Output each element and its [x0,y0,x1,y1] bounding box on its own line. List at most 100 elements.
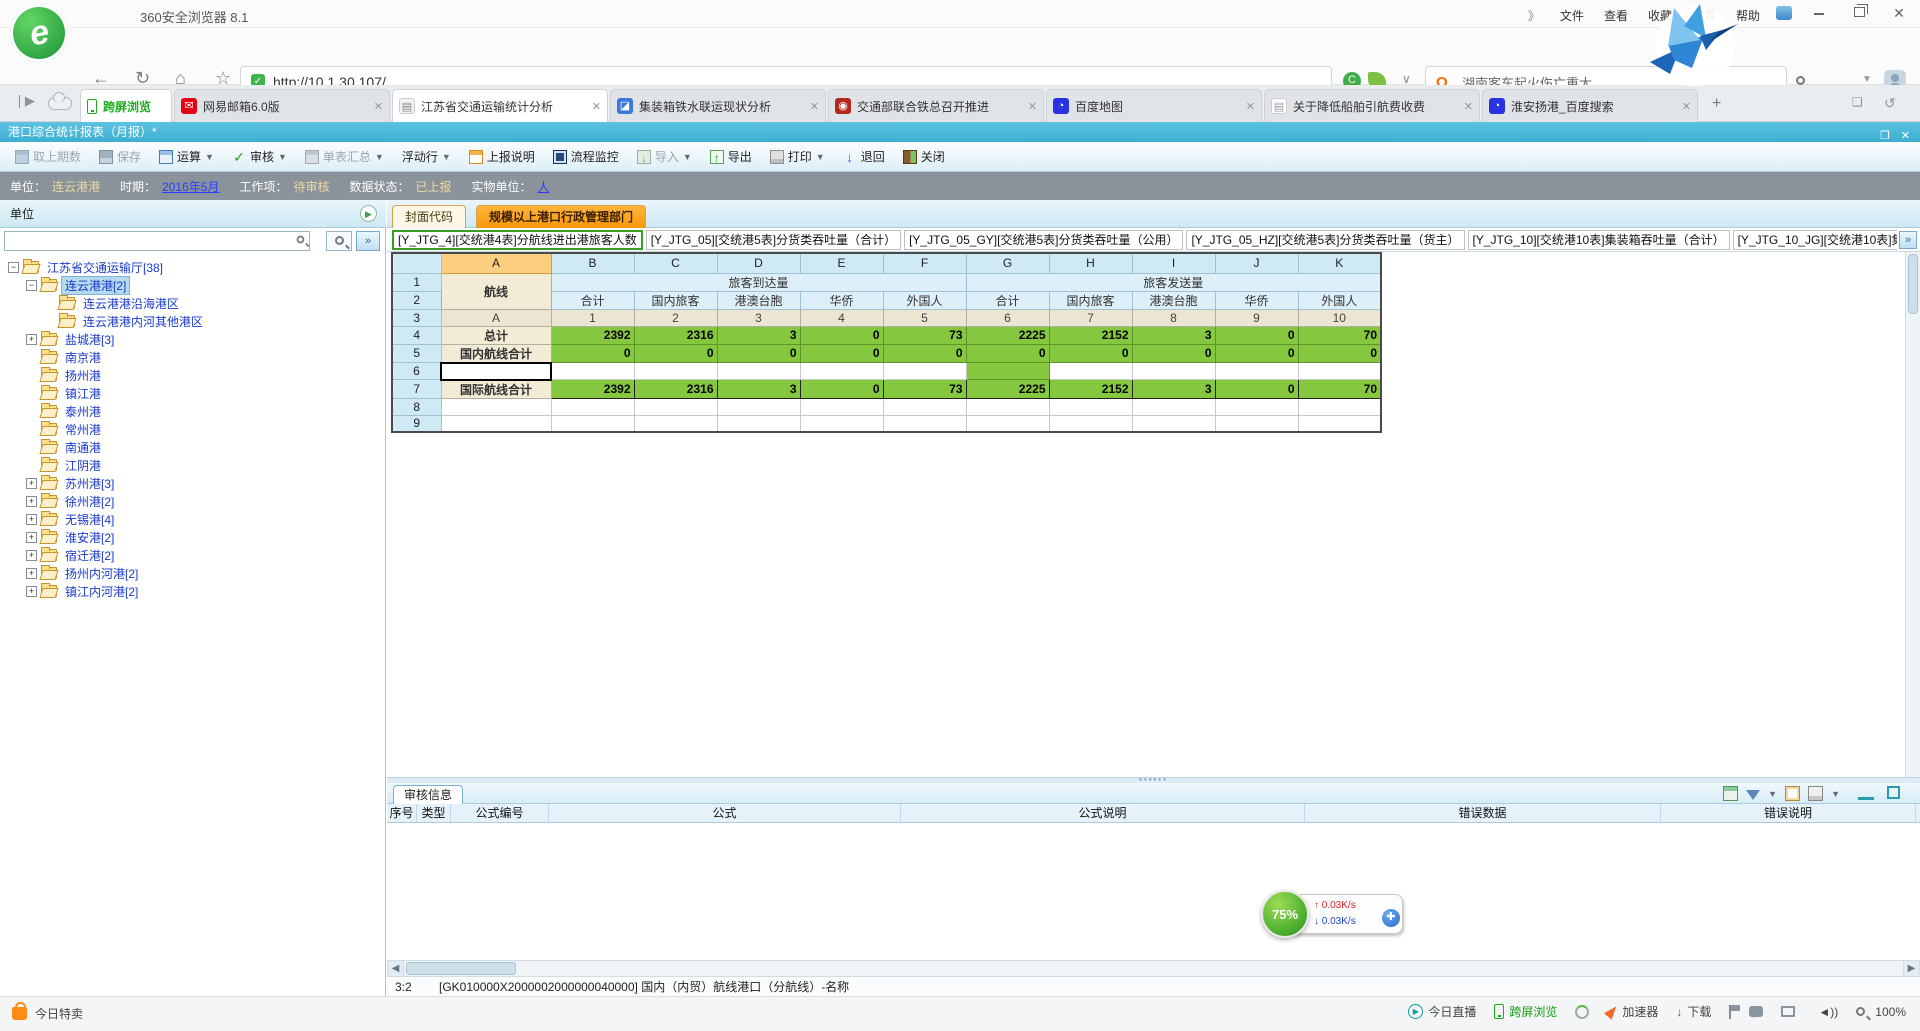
cell[interactable] [1132,398,1215,415]
cell[interactable] [1298,398,1381,415]
dropdown-caret-icon[interactable]: ▼ [683,152,692,162]
cell[interactable] [551,415,634,432]
col-header-H[interactable]: H [1049,253,1132,273]
tree-item-12[interactable]: +苏州港[3] [0,474,384,492]
tree-item-8[interactable]: 泰州港 [0,402,384,420]
cell[interactable]: 0 [1215,326,1298,344]
tree-item-17[interactable]: +扬州内河港[2] [0,564,384,582]
cell[interactable] [441,363,551,380]
panel-minimize-icon[interactable] [1858,788,1874,800]
cell[interactable] [1132,363,1215,380]
browser-tab-0[interactable]: 跨屏浏览 [80,89,172,122]
cell[interactable]: 2152 [1049,326,1132,344]
tab-list-icon[interactable]: ❏ [1852,95,1863,109]
toolbar-流程监控[interactable]: 流程监控 [544,145,628,168]
cell[interactable] [551,398,634,415]
memory-percent-ball[interactable]: 75% [1261,890,1309,938]
cell[interactable]: 总计 [441,326,551,344]
cell[interactable]: 7 [1049,309,1132,326]
dropdown-caret-icon[interactable]: ▼ [1768,789,1777,799]
report-link-0[interactable]: [Y_JTG_4][交统港4表]分航线进出港旅客人数 [392,230,643,250]
tree-item-4[interactable]: +盐城港[3] [0,330,384,348]
cell[interactable]: 2 [634,309,717,326]
cell[interactable] [800,415,883,432]
col-header-D[interactable]: D [717,253,800,273]
tree-item-0[interactable]: −江苏省交通运输厅[38] [0,258,384,276]
cell[interactable] [551,363,634,380]
cell[interactable]: 2225 [966,326,1049,344]
scroll-right-icon[interactable]: ▶ [1903,961,1919,976]
browser-tab-1[interactable]: ✉网易邮箱6.0版✕ [174,89,390,122]
toolbar-上报说明[interactable]: 上报说明 [460,145,544,168]
cell[interactable]: 2316 [634,380,717,399]
bottom-tool-下载[interactable]: ↓下载 [1676,1003,1711,1020]
cell[interactable]: 70 [1298,326,1381,344]
cell[interactable]: 外国人 [1298,291,1381,309]
cell[interactable] [634,398,717,415]
col-header-C[interactable]: C [634,253,717,273]
horizontal-scrollbar[interactable]: ◀ ▶ [387,960,1920,977]
browser-tab-2[interactable]: ▤江苏省交通运输统计分析✕ [392,89,608,122]
tree-item-3[interactable]: 连云港港内河其他港区 [0,312,384,330]
excel-export-icon[interactable] [1723,786,1738,801]
tree-expander-icon[interactable]: + [26,532,37,543]
cell[interactable]: 10 [1298,309,1381,326]
report-link-2[interactable]: [Y_JTG_05_GY][交统港5表]分货类吞吐量（公用） [904,230,1183,250]
accelerator-ball-icon[interactable]: ✚ [1382,909,1400,927]
cell[interactable]: 国内旅客 [1049,291,1132,309]
tab-audit-info[interactable]: 审核信息 [393,785,463,804]
tree-expander-icon[interactable]: + [26,514,37,525]
row-header-3[interactable]: 3 [392,309,441,326]
cell[interactable]: A [441,309,551,326]
row-header-9[interactable]: 9 [392,415,441,432]
audit-col-错误说明[interactable]: 错误说明 [1661,804,1916,822]
cell[interactable] [1215,398,1298,415]
cell[interactable]: 旅客到达量 [551,273,966,291]
bottom-tool-100%[interactable]: 100% [1856,1005,1906,1019]
toolbar-打印[interactable]: 打印▼ [761,145,834,168]
toolbar-导出[interactable]: 导出 [701,145,761,168]
cell[interactable] [717,398,800,415]
tree-item-15[interactable]: +淮安港[2] [0,528,384,546]
toolbar-审核[interactable]: 审核▼ [223,145,296,168]
tree-item-16[interactable]: +宿迁港[2] [0,546,384,564]
cell[interactable]: 旅客发送量 [966,273,1381,291]
tab-close-icon[interactable]: ✕ [1464,100,1473,113]
cell[interactable] [1049,363,1132,380]
scroll-left-icon[interactable]: ◀ [388,961,404,976]
cell[interactable]: 港澳台胞 [1132,291,1215,309]
audit-col-公式说明[interactable]: 公式说明 [901,804,1305,822]
measure-link[interactable]: 人 [538,178,550,195]
audit-col-错误数据[interactable]: 错误数据 [1305,804,1661,822]
vertical-scrollbar[interactable] [1905,252,1920,777]
cell[interactable]: 国内旅客 [634,291,717,309]
locate-audit-icon[interactable] [1785,786,1800,801]
cell[interactable]: 1 [551,309,634,326]
dropdown-caret-icon[interactable]: ▼ [375,152,384,162]
report-link-5[interactable]: [Y_JTG_10_JG][交统港10表]集装箱吞吐 [1733,230,1897,250]
tree-expander-icon[interactable]: + [26,496,37,507]
cell[interactable]: 港澳台胞 [717,291,800,309]
menu-1[interactable]: 查看 [1604,7,1628,24]
cell[interactable]: 9 [1215,309,1298,326]
sidebar-toggle-icon[interactable]: ❘▶ [14,93,35,109]
cell[interactable]: 73 [883,326,966,344]
toolbar-退回[interactable]: 退回 [834,145,894,168]
browser-logo-icon[interactable]: e [10,4,68,62]
menu-0[interactable]: 文件 [1560,7,1584,24]
tree-item-11[interactable]: 江阴港 [0,456,384,474]
dropdown-caret-icon[interactable]: ▼ [442,152,451,162]
audit-col-公式编号[interactable]: 公式编号 [451,804,549,822]
reopen-closed-tab-icon[interactable]: ↺ [1884,95,1896,112]
cell[interactable] [634,363,717,380]
cell[interactable] [441,415,551,432]
tree-item-14[interactable]: +无锡港[4] [0,510,384,528]
cell[interactable] [800,363,883,380]
col-header-E[interactable]: E [800,253,883,273]
tree-item-9[interactable]: 常州港 [0,420,384,438]
cell[interactable]: 0 [717,344,800,363]
cell[interactable] [1215,363,1298,380]
links-more-button[interactable]: » [1899,231,1917,249]
tree-item-10[interactable]: 南通港 [0,438,384,456]
audit-col-序号[interactable]: 序号 [387,804,417,822]
